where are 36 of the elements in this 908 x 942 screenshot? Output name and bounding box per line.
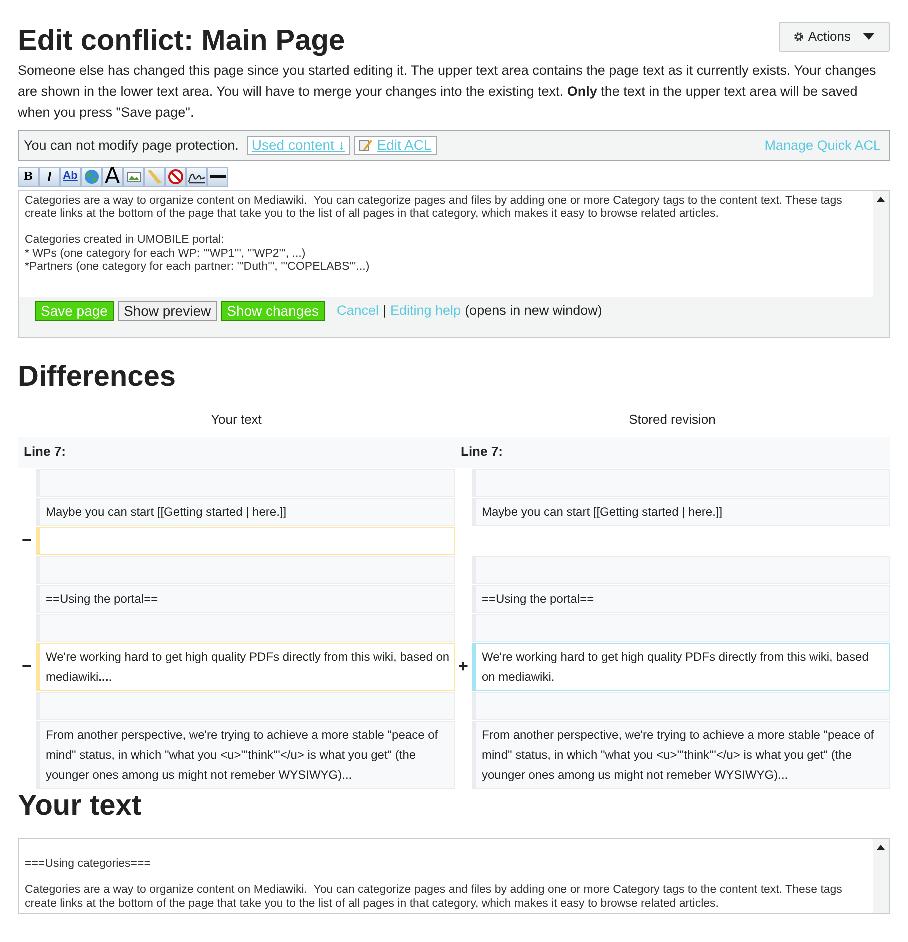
image-button[interactable] bbox=[123, 166, 144, 187]
gear-icon bbox=[794, 32, 804, 42]
intro-paragraph: Someone else has changed this page since you started editing it. The upper text area contains the page text as it currently exists. Your changes are shown in the lower text area. You will have to merge your changes into the existing text. Only the text in the upper text area will be saved when you press "Save page". bbox=[18, 62, 878, 122]
preview-button[interactable]: Show preview bbox=[118, 300, 218, 321]
link-button[interactable]: Ab bbox=[60, 166, 81, 187]
actions-button[interactable]: Actions bbox=[779, 22, 890, 52]
signature-button[interactable] bbox=[186, 166, 207, 187]
headline-button[interactable]: A bbox=[102, 166, 123, 187]
globe-icon bbox=[84, 168, 100, 185]
removed-marker: − bbox=[21, 656, 33, 678]
caret-icon bbox=[863, 33, 875, 40]
text-area[interactable]: ===Using categories=== Categories are a way to organize content on Mediawiki. You can categorize pages and files by adding one or more Category tags to the content text. These tags create links at the bottom of the page that take you to the list of all pages in that category, which makes it easy to browse related articles. bbox=[18, 838, 890, 914]
line-number-label: Line 7: bbox=[455, 437, 890, 468]
bold-button[interactable]: B bbox=[18, 166, 39, 187]
page-title: Edit conflict: Main Page bbox=[18, 24, 346, 59]
column-heading: Your text bbox=[210, 410, 263, 429]
pencil-icon bbox=[359, 139, 374, 152]
nowiki-button[interactable] bbox=[165, 166, 186, 187]
scroll-up-icon bbox=[877, 196, 886, 202]
added-marker: + bbox=[458, 656, 470, 678]
acl-message: You can not modify page protection. bbox=[24, 136, 239, 155]
text-area[interactable]: Categories are a way to organize content on Mediawiki. You can categorize pages and files by adding one or more Category tags to the content text. These tags create links at the bottom of the page that take you to the list of all pages in that category, which makes it easy to browse related articles. Categories created in UMOBILE portal: * WPs (one category for each WP: '''WP1''', '''WP2''', ...) *Partners (one category for each partner: '''Duth''', '''COPELABS'''...) bbox=[19, 190, 874, 297]
horizontal-rule-button[interactable] bbox=[207, 166, 228, 187]
image-icon bbox=[126, 172, 140, 182]
removed-marker: − bbox=[21, 530, 33, 552]
help-note: (opens in new window) bbox=[465, 302, 602, 320]
italic-button[interactable]: I bbox=[39, 166, 60, 187]
scrollbar[interactable] bbox=[873, 838, 889, 913]
section-heading: Your text bbox=[18, 788, 143, 824]
column-heading: Stored revision bbox=[628, 410, 717, 429]
separator-text: | bbox=[382, 302, 386, 320]
scroll-up-icon bbox=[877, 844, 886, 850]
line-number-label: Line 7: bbox=[18, 437, 455, 468]
external-link-button[interactable] bbox=[81, 166, 102, 187]
prohibited-icon bbox=[168, 168, 184, 185]
section-heading: Differences bbox=[18, 360, 177, 395]
